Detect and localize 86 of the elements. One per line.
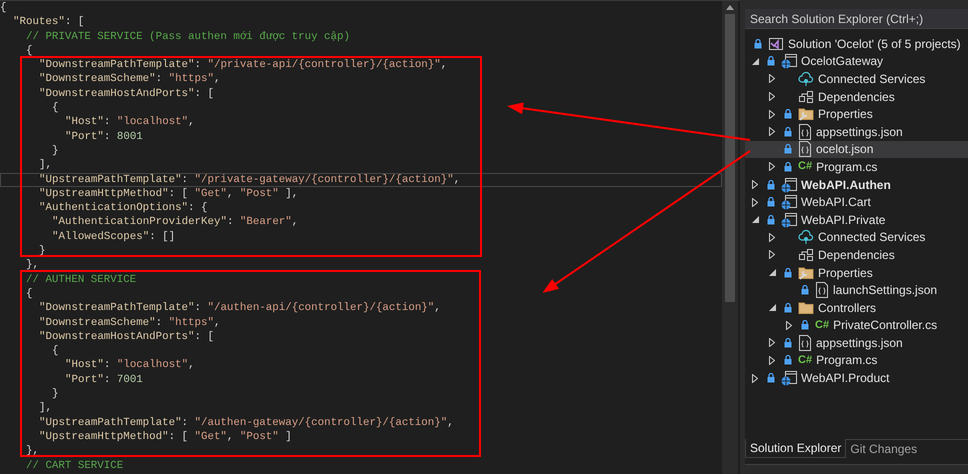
code-line: "Port": 8001 (64, 130, 144, 144)
code-line: "UpstreamPathTemplate": "/private-gateway/{controller}/{action}", (0, 172, 722, 187)
tree-item[interactable]: appsettings.json (745, 334, 968, 352)
project-icon (781, 53, 797, 70)
code-line: "DownstreamPathTemplate": "/private-api/{controller}/{action}", (38, 58, 448, 72)
code-line: "AuthenticationProviderKey": "Bearer", (51, 215, 300, 230)
wrench-folder-icon (798, 264, 814, 281)
json-file-icon (798, 141, 812, 158)
project-icon (781, 194, 797, 210)
tree-item[interactable]: Controllers (745, 298, 968, 316)
expanded-arrow-icon[interactable] (752, 58, 759, 65)
tree-item[interactable]: launchSettings.json (745, 281, 968, 299)
expanded-arrow-icon[interactable] (769, 304, 776, 312)
code-line: "DownstreamHostAndPorts": [ (38, 330, 215, 344)
code-line: { (0, 1, 8, 16)
code-line: } (51, 144, 60, 158)
code-line: "DownstreamPathTemplate": "/authen-api/{controller}/{action}", (38, 301, 442, 316)
code-line: "DownstreamScheme": "https", (38, 316, 222, 330)
code-line: "Routes": [ (12, 15, 86, 30)
dependencies-icon (798, 88, 814, 105)
solution-icon (768, 36, 784, 52)
code-line: ], (38, 401, 53, 416)
code-line: }, (25, 444, 40, 458)
code-line: "Host": "localhost", (64, 115, 196, 130)
code-line: } (38, 244, 46, 258)
scrollbar-thumb[interactable] (725, 14, 735, 302)
tree-item[interactable]: WebAPI.Authen (745, 176, 968, 194)
code-line: "AllowedScopes": [] (51, 230, 176, 244)
code-line: { (51, 101, 60, 116)
tree-item[interactable]: Connected Services (745, 228, 968, 246)
code-line: // AUTHEN SERVICE (25, 272, 138, 287)
cloud-icon (798, 229, 814, 246)
csharp-file-icon: C# (798, 354, 812, 366)
code-line: "Port": 7001 (64, 372, 144, 388)
tree-item[interactable]: appsettings.json (745, 122, 968, 141)
expanded-arrow-icon[interactable] (769, 269, 776, 276)
tree-item[interactable]: Properties (745, 105, 968, 123)
dependencies-icon (798, 246, 814, 263)
code-line: } (51, 387, 60, 402)
collapsed-arrow-icon[interactable] (752, 374, 758, 383)
code-line: // CART SERVICE (25, 458, 124, 473)
tree-item[interactable]: C# PrivateController.cs (745, 316, 968, 334)
code-line: "Host": "localhost", (64, 358, 196, 373)
tree-item[interactable]: Connected Services (745, 70, 968, 88)
tree-item[interactable]: Dependencies (745, 88, 968, 106)
json-file-icon (798, 334, 812, 351)
tree-item[interactable]: WebAPI.Private (745, 210, 968, 229)
code-line: // PRIVATE SERVICE (Pass authen mới được truy cập) (25, 30, 351, 44)
code-line: "UpstreamPathTemplate": "/authen-gateway/{controller}/{action}", (38, 416, 455, 430)
tree-item[interactable]: WebAPI.Cart (745, 193, 968, 211)
scroll-up-icon[interactable] (726, 5, 734, 10)
code-line: ], (38, 158, 53, 173)
tree-item[interactable]: OcelotGateway (745, 52, 968, 70)
search-field[interactable]: Search Solution Explorer (Ctrl+;) (745, 9, 968, 29)
csharp-file-icon: C# (798, 161, 812, 172)
code-line: }, (25, 258, 40, 273)
tree-item[interactable]: Properties (745, 264, 968, 282)
panel-tab[interactable]: Git Changes (846, 440, 922, 458)
vertical-scrollbar[interactable] (722, 1, 738, 474)
code-line: "DownstreamScheme": "https", (38, 72, 222, 87)
code-line: { (25, 286, 34, 302)
code-line: "AuthenticationOptions": { (38, 201, 208, 216)
panel-tab[interactable]: Solution Explorer (745, 439, 846, 458)
wrench-folder-icon (798, 106, 814, 122)
code-line: { (51, 344, 60, 358)
code-line: { (25, 44, 34, 58)
collapsed-arrow-icon[interactable] (786, 320, 792, 330)
code-line: "UpstreamHttpMethod": [ "Get", "Post" ], (38, 186, 300, 202)
code-line: "DownstreamHostAndPorts": [ (38, 86, 215, 102)
project-icon (781, 370, 797, 386)
project-icon (781, 212, 797, 228)
tree-item[interactable]: WebAPI.Product (745, 369, 968, 387)
json-file-icon (815, 282, 829, 298)
tree-item[interactable]: Solution 'Ocelot' (5 of 5 projects) (745, 35, 968, 53)
tree-item[interactable]: C# Program.cs (745, 352, 968, 370)
project-icon (781, 176, 797, 193)
folder-icon (798, 300, 814, 316)
cloud-icon (798, 70, 814, 87)
code-line: "UpstreamHttpMethod": [ "Get", "Post" ] (38, 430, 293, 444)
expanded-arrow-icon[interactable] (752, 216, 759, 224)
tree-item[interactable]: Dependencies (745, 246, 968, 264)
json-file-icon (798, 124, 812, 140)
tree-item[interactable]: ocelot.json (745, 140, 968, 158)
collapsed-arrow-icon[interactable] (769, 162, 775, 172)
csharp-file-icon: C# (815, 320, 830, 331)
tree-item[interactable]: C# Program.cs (745, 158, 968, 176)
